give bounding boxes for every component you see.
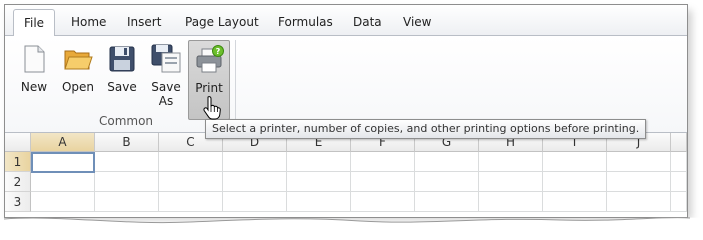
grid-cell[interactable] bbox=[95, 152, 159, 172]
ribbon-tab-bar: File Home Insert Page Layout Formulas Da… bbox=[5, 5, 687, 37]
column-header-partial bbox=[671, 133, 687, 152]
new-button[interactable]: New bbox=[13, 40, 55, 124]
row-header-1[interactable]: 1 bbox=[5, 152, 31, 172]
grid-cell[interactable] bbox=[607, 192, 671, 212]
grid-cell[interactable] bbox=[351, 192, 415, 212]
new-document-icon bbox=[24, 45, 45, 73]
open-button[interactable]: Open bbox=[57, 40, 99, 124]
grid-cell[interactable] bbox=[287, 192, 351, 212]
tab-formulas[interactable]: Formulas bbox=[276, 13, 335, 31]
print-label: Print bbox=[195, 81, 223, 95]
active-cell-a1[interactable] bbox=[31, 152, 95, 173]
grid-cell[interactable] bbox=[543, 152, 607, 172]
tab-data[interactable]: Data bbox=[351, 13, 384, 31]
group-label-common: Common bbox=[98, 114, 154, 128]
grid-cell[interactable] bbox=[671, 172, 687, 192]
grid-cell[interactable] bbox=[543, 192, 607, 212]
open-label: Open bbox=[61, 80, 95, 94]
tab-insert[interactable]: Insert bbox=[125, 13, 163, 31]
floppy-disk-icon bbox=[109, 46, 135, 72]
grid-cell[interactable] bbox=[31, 192, 95, 212]
column-header-a[interactable]: A bbox=[31, 133, 95, 152]
grid-cell[interactable] bbox=[415, 152, 479, 172]
save-as-button[interactable]: Save As bbox=[145, 40, 187, 124]
grid-cell[interactable] bbox=[479, 192, 543, 212]
grid-cell[interactable] bbox=[543, 172, 607, 192]
tab-home[interactable]: Home bbox=[69, 13, 108, 31]
grid-cell[interactable] bbox=[287, 172, 351, 192]
row-header-3[interactable]: 3 bbox=[5, 192, 31, 212]
print-tooltip: Select a printer, number of copies, and … bbox=[205, 119, 647, 139]
grid-cell[interactable] bbox=[607, 172, 671, 192]
row-header-2[interactable]: 2 bbox=[5, 172, 31, 192]
tab-file[interactable]: File bbox=[13, 9, 55, 37]
grid-cell[interactable] bbox=[31, 172, 95, 192]
svg-text:?: ? bbox=[216, 47, 221, 56]
grid-cell[interactable] bbox=[95, 192, 159, 212]
tab-view[interactable]: View bbox=[401, 13, 433, 31]
save-button[interactable]: Save bbox=[101, 40, 143, 124]
grid-cell[interactable] bbox=[159, 192, 223, 212]
open-folder-icon bbox=[64, 50, 93, 70]
grid-cell[interactable] bbox=[415, 172, 479, 192]
grid-cell[interactable] bbox=[479, 172, 543, 192]
column-header-b[interactable]: B bbox=[95, 133, 159, 152]
torn-edge-decoration bbox=[0, 217, 703, 235]
grid-cell[interactable] bbox=[671, 192, 687, 212]
select-all-corner[interactable] bbox=[5, 133, 31, 152]
grid-cell[interactable] bbox=[415, 192, 479, 212]
grid-cell[interactable] bbox=[223, 192, 287, 212]
save-as-label: Save As bbox=[151, 80, 181, 108]
grid-cell[interactable] bbox=[351, 152, 415, 172]
grid-cell[interactable] bbox=[223, 152, 287, 172]
grid-cell[interactable] bbox=[223, 172, 287, 192]
grid-cell[interactable] bbox=[287, 152, 351, 172]
save-label: Save bbox=[107, 80, 137, 94]
spreadsheet-window: File Home Insert Page Layout Formulas Da… bbox=[4, 4, 688, 218]
group-separator bbox=[235, 40, 236, 126]
grid-cell[interactable] bbox=[607, 152, 671, 172]
printer-icon: ? bbox=[196, 45, 224, 73]
grid-cell[interactable] bbox=[351, 172, 415, 192]
grid-cell[interactable] bbox=[159, 172, 223, 192]
grid-cell[interactable] bbox=[479, 152, 543, 172]
tab-page-layout[interactable]: Page Layout bbox=[183, 13, 261, 31]
grid-cell[interactable] bbox=[159, 152, 223, 172]
save-as-icon bbox=[151, 44, 181, 73]
grid-cell[interactable] bbox=[671, 152, 687, 172]
grid-cell[interactable] bbox=[95, 172, 159, 192]
new-label: New bbox=[20, 80, 48, 94]
hand-pointer-icon bbox=[203, 96, 221, 120]
